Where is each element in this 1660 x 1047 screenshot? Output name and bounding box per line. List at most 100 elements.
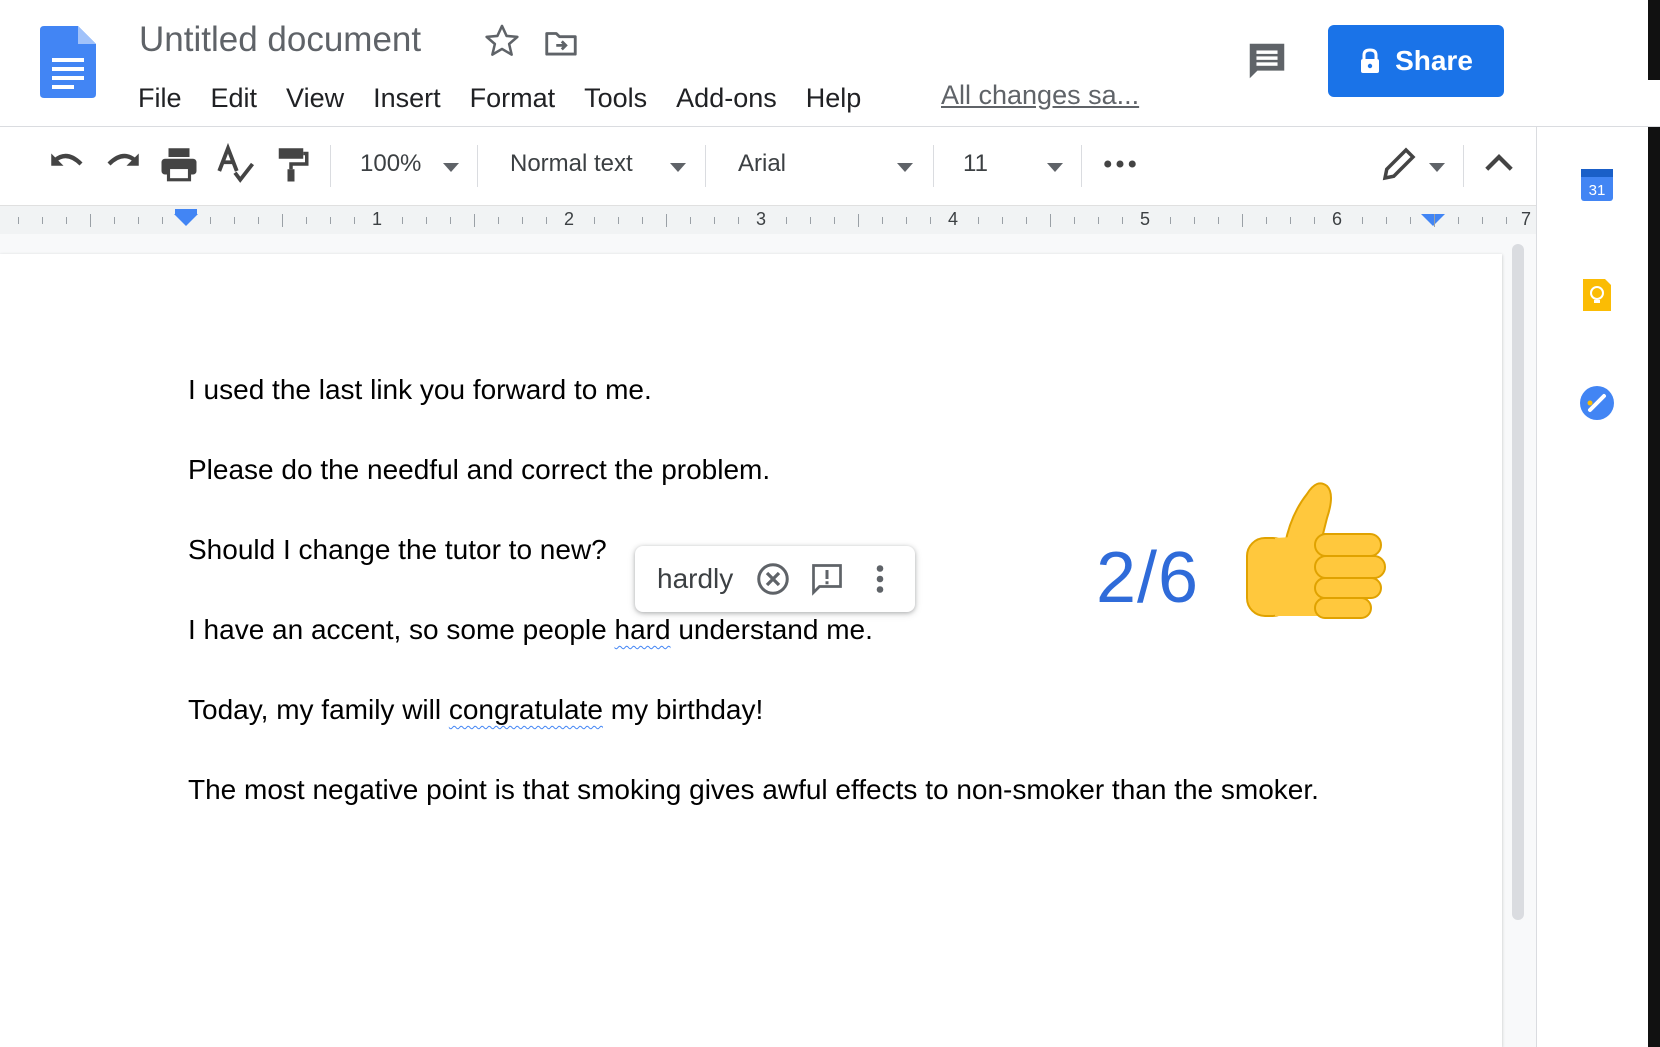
ruler-tick — [1242, 214, 1243, 227]
ruler-tick — [498, 217, 499, 224]
spellcheck-button[interactable] — [214, 142, 256, 185]
suggestion-accept[interactable]: hardly — [657, 563, 733, 595]
tasks-icon[interactable] — [1577, 383, 1617, 423]
print-icon — [161, 148, 197, 182]
ruler-tick — [402, 217, 403, 224]
save-status-link[interactable]: All changes sa... — [941, 80, 1139, 111]
ruler-tick — [282, 214, 283, 227]
font-family-select[interactable]: Arial — [738, 141, 786, 187]
feedback-icon[interactable] — [809, 561, 845, 597]
paragraph-style-select[interactable]: Normal text — [510, 141, 633, 187]
more-icon — [1104, 160, 1136, 168]
ruler-tick — [1266, 217, 1267, 224]
zoom-select[interactable]: 100% — [360, 141, 421, 187]
share-button[interactable]: Share — [1328, 25, 1504, 97]
spellcheck-icon — [217, 142, 255, 183]
ruler-tick — [690, 217, 691, 224]
document-line-2[interactable]: Please do the needful and correct the pr… — [188, 454, 770, 486]
ruler-tick — [930, 217, 931, 224]
menu-file[interactable]: File — [138, 83, 182, 114]
ruler-tick — [234, 217, 235, 224]
ruler-tick — [1026, 217, 1027, 224]
redo-button[interactable] — [102, 143, 144, 185]
print-button[interactable] — [158, 143, 200, 185]
more-button[interactable] — [1099, 143, 1141, 185]
hide-menus-button[interactable] — [1478, 143, 1520, 185]
editing-mode-caret-icon[interactable] — [1429, 163, 1445, 172]
ruler-tick — [786, 217, 787, 224]
ruler-tick — [18, 217, 19, 224]
ruler-tick — [1386, 217, 1387, 224]
comment-icon[interactable] — [1244, 38, 1290, 84]
ruler-tick — [114, 217, 115, 224]
ruler-tick — [1122, 217, 1123, 224]
flagged-word[interactable]: hard — [615, 614, 671, 645]
font-size-select[interactable]: 11 — [963, 141, 988, 187]
ruler-mark: 4 — [948, 209, 959, 229]
paint-format-icon — [278, 148, 309, 182]
ruler-tick — [1482, 217, 1483, 224]
menu-format[interactable]: Format — [470, 83, 556, 114]
menu-insert[interactable]: Insert — [373, 83, 441, 114]
formatting-toolbar: 100% Normal text Arial 11 — [0, 127, 1536, 205]
document-line-4[interactable]: I have an accent, so some people hard un… — [188, 614, 873, 646]
ruler-tick — [1434, 214, 1435, 227]
size-caret-icon[interactable] — [1047, 163, 1063, 172]
right-indent-handle[interactable] — [1421, 214, 1445, 226]
move-to-folder-icon[interactable] — [542, 24, 580, 62]
menu-tools[interactable]: Tools — [584, 83, 647, 114]
horizontal-ruler[interactable]: 1 2 3 4 5 6 7 — [0, 205, 1536, 235]
ruler-tick — [90, 214, 91, 227]
thumbs-up-icon — [1246, 482, 1386, 619]
score-overlay: 2/6 — [1096, 538, 1200, 618]
ruler-tick — [330, 217, 331, 224]
zoom-caret-icon[interactable] — [443, 163, 459, 172]
ruler-tick — [1074, 217, 1075, 224]
ruler-tick — [474, 214, 475, 227]
undo-icon — [51, 153, 83, 166]
docs-logo-icon[interactable] — [40, 26, 96, 98]
ruler-tick — [1098, 217, 1099, 224]
ruler-mark: 6 — [1332, 209, 1343, 229]
keep-icon[interactable] — [1577, 275, 1617, 315]
document-line-1[interactable]: I used the last link you forward to me. — [188, 374, 652, 406]
menu-view[interactable]: View — [286, 83, 344, 114]
flagged-word[interactable]: congratulate — [449, 694, 603, 725]
font-caret-icon[interactable] — [897, 163, 913, 172]
ruler-tick — [642, 217, 643, 224]
paint-format-button[interactable] — [270, 143, 312, 185]
ruler-tick — [162, 217, 163, 224]
ruler-mark: 7 — [1521, 209, 1532, 229]
style-caret-icon[interactable] — [670, 163, 686, 172]
document-line-3[interactable]: Should I change the tutor to new? — [188, 534, 607, 566]
document-scrollbar[interactable] — [1512, 244, 1524, 920]
menu-addons[interactable]: Add-ons — [676, 83, 777, 114]
more-vert-icon[interactable] — [862, 561, 898, 597]
ruler-tick — [210, 217, 211, 224]
menu-help[interactable]: Help — [806, 83, 862, 114]
dismiss-icon[interactable] — [755, 561, 791, 597]
ruler-tick — [858, 214, 859, 227]
toolbar-divider — [933, 145, 934, 187]
star-icon[interactable] — [483, 22, 521, 60]
document-title[interactable]: Untitled document — [139, 20, 421, 60]
document-page[interactable] — [0, 254, 1502, 1047]
toolbar-divider — [477, 145, 478, 187]
left-indent-handle[interactable] — [174, 214, 198, 226]
ruler-tick — [906, 217, 907, 224]
ruler-tick — [1050, 214, 1051, 227]
ruler-mark: 5 — [1140, 209, 1151, 229]
toolbar-divider — [705, 145, 706, 187]
document-line-6[interactable]: The most negative point is that smoking … — [188, 774, 1319, 806]
spelling-suggestion-popup: hardly — [635, 546, 915, 612]
ruler-tick — [1506, 217, 1507, 224]
ruler-tick — [882, 217, 883, 224]
document-line-5[interactable]: Today, my family will congratulate my bi… — [188, 694, 763, 726]
calendar-day: 31 — [1589, 182, 1606, 199]
editing-mode-button[interactable] — [1378, 143, 1420, 185]
menu-edit[interactable]: Edit — [211, 83, 258, 114]
ruler-tick — [546, 217, 547, 224]
calendar-icon[interactable]: 31 — [1577, 165, 1617, 205]
undo-button[interactable] — [46, 143, 88, 185]
ruler-tick — [258, 217, 259, 224]
